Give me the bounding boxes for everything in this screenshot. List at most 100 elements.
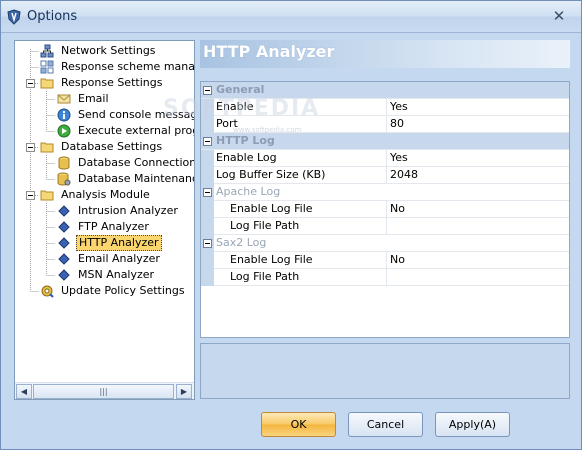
collapse-toggle-icon[interactable]: [26, 191, 35, 200]
close-button[interactable]: ✕: [547, 7, 571, 25]
tree-horizontal-scrollbar[interactable]: ◀ ||| ▶: [15, 382, 194, 399]
options-window: Options ✕ Network Settings Response sche…: [0, 0, 582, 450]
property-name: Log Buffer Size (KB): [216, 168, 326, 181]
tree-item-msn-analyzer[interactable]: MSN Analyzer: [15, 267, 194, 283]
property-row[interactable]: Log File Path: [201, 218, 569, 235]
tree-item-label: Database Settings: [61, 140, 163, 153]
tree-item-analysis-module[interactable]: Analysis Module: [15, 187, 194, 203]
tree-item-label: Intrusion Analyzer: [78, 204, 178, 217]
property-value[interactable]: [386, 218, 569, 234]
play-icon: [57, 124, 71, 138]
arrow-left-icon: ◀: [20, 387, 28, 396]
database-gear-icon: [57, 172, 71, 186]
property-value[interactable]: No: [386, 252, 569, 268]
row-gutter: [201, 218, 214, 235]
diamond-icon: [58, 269, 70, 281]
scroll-thumb[interactable]: |||: [33, 384, 174, 399]
property-name: Port: [216, 117, 238, 130]
property-value[interactable]: 80: [386, 116, 569, 132]
tree-item-label: Email Analyzer: [78, 252, 160, 265]
diamond-icon: [58, 237, 70, 249]
cancel-button[interactable]: Cancel: [348, 412, 423, 437]
collapse-category-icon[interactable]: [203, 137, 212, 146]
row-gutter: [201, 116, 214, 133]
settings-tree[interactable]: Network Settings Response scheme manage …: [14, 40, 195, 400]
tree-item-label: Response Settings: [61, 76, 163, 89]
tree-item-label: HTTP Analyzer: [76, 235, 162, 251]
row-gutter: [201, 201, 214, 218]
scroll-right-button[interactable]: ▶: [176, 384, 192, 399]
property-value[interactable]: Yes: [386, 150, 569, 166]
arrow-right-icon: ▶: [180, 387, 188, 396]
tree-item-send-console-message[interactable]: Send console message: [15, 107, 195, 123]
property-name: Enable Log File: [230, 253, 313, 266]
collapse-subcategory-icon[interactable]: [203, 239, 212, 248]
property-grid[interactable]: General Enable Yes Port 80 HTTP Log Enab…: [200, 81, 570, 338]
collapse-toggle-icon[interactable]: [26, 79, 35, 88]
tree-item-label: Email: [78, 92, 109, 105]
tree-item-execute-external-program[interactable]: Execute external progra: [15, 123, 194, 139]
property-row[interactable]: Log File Path: [201, 269, 569, 286]
property-row[interactable]: Enable Log File No: [201, 252, 569, 269]
tree-item-label: MSN Analyzer: [78, 268, 155, 281]
property-row[interactable]: Port 80: [201, 116, 569, 133]
row-gutter: [201, 269, 214, 286]
ok-button[interactable]: OK: [261, 412, 336, 437]
tree-item-email-analyzer[interactable]: Email Analyzer: [15, 251, 194, 267]
diamond-icon: [58, 221, 70, 233]
database-icon: [58, 156, 70, 170]
subcategory-row-sax2-log[interactable]: Sax2 Log: [201, 235, 569, 252]
diamond-icon: [58, 253, 70, 265]
tree-item-label: FTP Analyzer: [78, 220, 149, 233]
tree-item-http-analyzer[interactable]: HTTP Analyzer: [15, 235, 194, 251]
tree-item-response-scheme[interactable]: Response scheme manage: [15, 59, 194, 75]
section-header: HTTP Analyzer: [200, 40, 570, 68]
property-name: Enable Log: [216, 151, 277, 164]
tree-item-ftp-analyzer[interactable]: FTP Analyzer: [15, 219, 194, 235]
property-value[interactable]: 2048: [386, 167, 569, 183]
grip-icon: |||: [99, 387, 108, 396]
tree-item-label: Database Connection: [78, 156, 195, 169]
tree-item-intrusion-analyzer[interactable]: Intrusion Analyzer: [15, 203, 194, 219]
collapse-toggle-icon[interactable]: [26, 143, 35, 152]
category-row-general[interactable]: General: [201, 82, 569, 99]
info-icon: [57, 108, 71, 122]
category-row-http-log[interactable]: HTTP Log: [201, 133, 569, 150]
tree-item-label: Send console message: [78, 108, 195, 121]
tree-item-database-settings[interactable]: Database Settings: [15, 139, 194, 155]
folder-icon: [40, 142, 54, 153]
property-value[interactable]: Yes: [386, 99, 569, 115]
collapse-category-icon[interactable]: [203, 86, 212, 95]
subcategory-row-apache-log[interactable]: Apache Log: [201, 184, 569, 201]
tree-item-database-connection[interactable]: Database Connection: [15, 155, 195, 171]
property-row[interactable]: Enable Log File No: [201, 201, 569, 218]
category-label: General: [216, 83, 265, 96]
window-title: Options: [27, 9, 78, 24]
property-row[interactable]: Enable Yes: [201, 99, 569, 116]
close-icon: ✕: [552, 7, 566, 25]
property-value[interactable]: [386, 269, 569, 285]
tree-item-label: Network Settings: [61, 44, 156, 57]
property-name: Enable: [216, 100, 254, 113]
tree-item-response-settings[interactable]: Response Settings: [15, 75, 194, 91]
property-name: Log File Path: [230, 270, 300, 283]
tree-item-database-maintenance[interactable]: Database Maintenance: [15, 171, 195, 187]
tree-item-network-settings[interactable]: Network Settings: [15, 43, 194, 59]
collapse-subcategory-icon[interactable]: [203, 188, 212, 197]
tree-item-update-policy-settings[interactable]: Update Policy Settings: [15, 283, 194, 299]
tree-item-label: Database Maintenance: [78, 172, 195, 185]
property-row[interactable]: Log Buffer Size (KB) 2048: [201, 167, 569, 184]
row-gutter: [201, 167, 214, 184]
subcategory-label: Sax2 Log: [216, 236, 267, 249]
tree-item-email[interactable]: Email: [15, 91, 194, 107]
row-gutter: [201, 252, 214, 269]
shield-app-icon: [7, 9, 21, 25]
scheme-grid-icon: [40, 60, 54, 74]
scroll-left-button[interactable]: ◀: [16, 384, 32, 399]
folder-icon: [40, 78, 54, 89]
property-row[interactable]: Enable Log Yes: [201, 150, 569, 167]
property-value[interactable]: No: [386, 201, 569, 217]
apply-button[interactable]: Apply(A): [435, 412, 510, 437]
title-bar[interactable]: Options ✕: [1, 1, 581, 33]
envelope-icon: [57, 94, 71, 104]
